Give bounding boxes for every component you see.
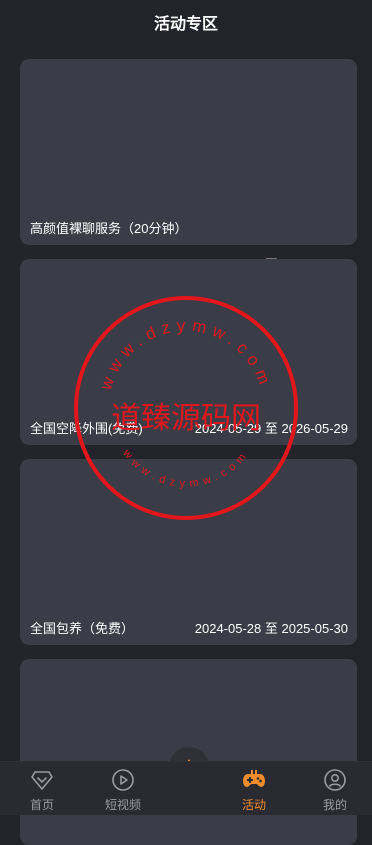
page-title: 活动专区	[153, 16, 218, 33]
tab-label-activity: 活动	[241, 798, 266, 812]
tab-label-profile: 我的	[322, 798, 347, 812]
tab-label-short-video: 短视频	[104, 798, 141, 812]
play-icon	[112, 769, 134, 791]
diamond-icon	[31, 771, 53, 790]
page-header: 活动专区	[0, 0, 372, 44]
activity-card-title: 全国空降外围(免费)	[30, 421, 143, 436]
user-icon	[324, 769, 346, 791]
activity-card[interactable]: 高颜值裸聊服务（20分钟） 2020-03-06 至 2025-03-31	[20, 59, 357, 272]
activity-card-date: 2024-05-28 至 2025-05-30	[194, 621, 348, 636]
gamepad-icon	[243, 770, 265, 787]
activity-card[interactable]: 全国空降外围(免费) 2024-05-29 至 2026-05-29	[20, 259, 357, 445]
tab-profile[interactable]: 我的	[298, 762, 372, 815]
activity-card-date: 2024-05-29 至 2026-05-29	[194, 421, 348, 436]
tab-label-home: 首页	[29, 798, 54, 812]
tab-short-video[interactable]: 短视频	[86, 762, 160, 815]
activity-card-title: 高颜值裸聊服务（20分钟）	[30, 221, 188, 236]
bottom-tab-bar: 首页 短视频 活动 我的	[0, 761, 372, 815]
activity-card[interactable]: 全国包养（免费） 2024-05-28 至 2025-05-30	[20, 459, 357, 645]
activity-card-title: 全国包养（免费）	[30, 621, 135, 636]
tab-activity[interactable]: 活动	[217, 762, 291, 815]
tab-home[interactable]: 首页	[5, 762, 79, 815]
